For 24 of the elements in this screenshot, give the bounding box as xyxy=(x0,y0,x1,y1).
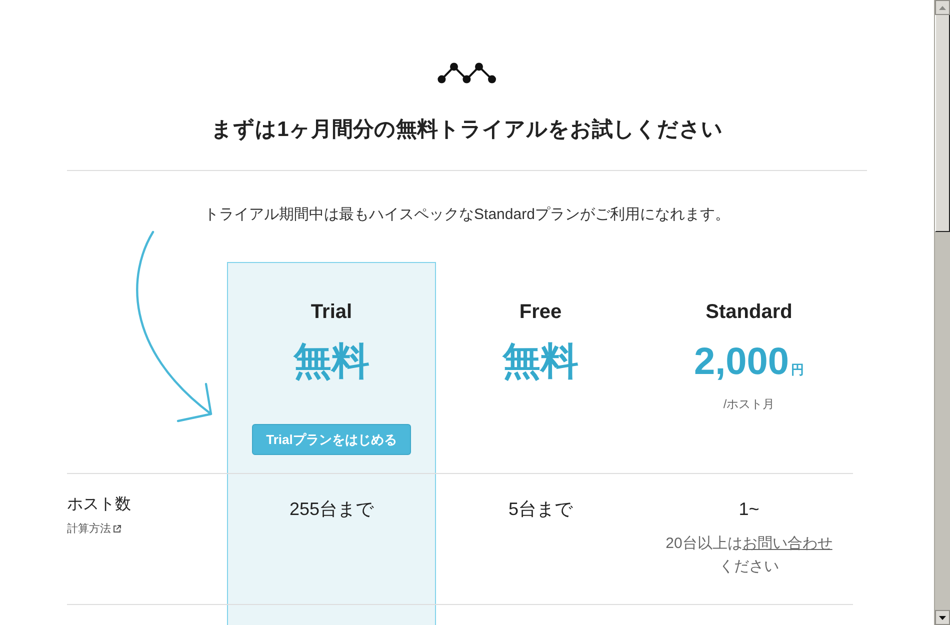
down-arrow-icon xyxy=(939,616,946,620)
feature-value: 1~ xyxy=(738,498,760,521)
scroll-thumb[interactable] xyxy=(935,15,950,232)
calculation-link[interactable]: 計算方法 xyxy=(67,521,121,537)
up-arrow-icon xyxy=(939,6,946,10)
plan-name: Standard xyxy=(706,300,792,325)
external-link-icon xyxy=(113,525,121,533)
currency-unit: 円 xyxy=(791,362,804,377)
plan-name: Free xyxy=(519,300,562,325)
connected-dots-icon xyxy=(437,62,497,84)
feature-value: 255台まで xyxy=(289,498,374,521)
price-unit: /ホスト月 xyxy=(723,396,775,412)
feature-value: 5台まで xyxy=(508,498,572,521)
plan-name: Trial xyxy=(310,300,352,325)
scroll-down-button[interactable] xyxy=(935,610,950,625)
plan-price: 2,000 xyxy=(694,341,790,383)
contact-note: 20台以上はお問い合わせ ください xyxy=(664,534,834,577)
plan-price: 無料 xyxy=(502,341,578,383)
page-heading: まずは1ヶ月間分の無料トライアルをお試しください xyxy=(210,117,724,143)
contact-link[interactable]: お問い合わせ xyxy=(742,535,832,552)
row-label: ホスト数 xyxy=(67,495,131,515)
plan-price: 無料 xyxy=(294,341,370,383)
scrollbar[interactable] xyxy=(934,0,950,625)
intro-text: トライアル期間中は最もハイスペックなStandardプランがご利用になれます。 xyxy=(203,205,731,225)
